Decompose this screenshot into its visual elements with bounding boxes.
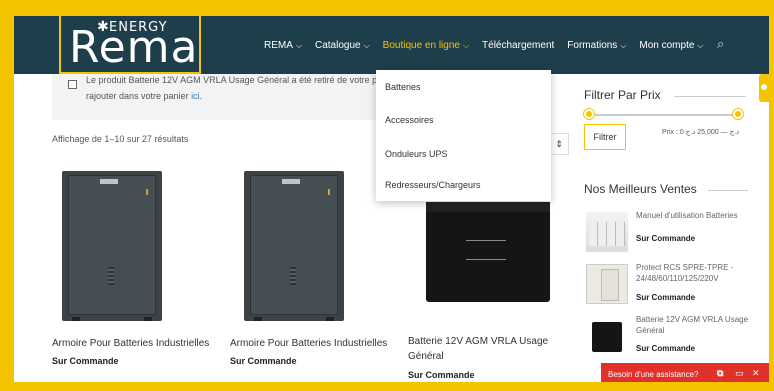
menu-item-redresseurs[interactable]: Redresseurs/Chargeurs — [385, 180, 481, 190]
chevron-down-icon: ⌵ — [697, 41, 704, 50]
price-range-text: Prix : 0 د.ج — 25,000 د.ج — [662, 129, 740, 136]
product-title[interactable]: Batterie 12V AGM VRLA Usage Général — [408, 334, 558, 364]
nav-label: REMA — [264, 40, 293, 51]
product-thumbnail — [586, 316, 628, 356]
product-title[interactable]: Armoire Pour Batteries Industrielles — [230, 336, 387, 351]
cabinet-foot — [72, 317, 80, 321]
nav-item-catalogue[interactable]: Catalogue ⌵ — [315, 40, 370, 51]
side-widget-tab[interactable] — [759, 74, 769, 102]
product-thumbnail — [586, 212, 628, 252]
cabinet-foot — [254, 317, 262, 321]
dot-icon — [761, 84, 767, 90]
assistance-label: Besoin d'une assistance? — [608, 370, 699, 379]
sort-select[interactable]: ⇕ — [549, 133, 569, 155]
chevron-down-icon: ⌵ — [462, 41, 470, 50]
cabinet-foot — [326, 317, 334, 321]
results-count: Affichage de 1–10 sur 27 résultats — [52, 134, 189, 144]
main-nav: REMA ⌵ Catalogue ⌵ Boutique en ligne ⌵ Télé… — [264, 40, 717, 51]
search-icon[interactable]: ⌕ — [717, 36, 724, 52]
product-thumbnail — [586, 264, 628, 304]
best-seller-name: Batterie 12V AGM VRLA Usage Général — [636, 315, 749, 335]
slider-min-handle[interactable] — [584, 109, 594, 119]
best-seller-item[interactable]: Batterie 12V AGM VRLA Usage Général Sur … — [586, 314, 766, 364]
nav-label: Téléchargement — [482, 40, 555, 51]
notice-undo-suffix: . — [199, 91, 203, 101]
slider-max-handle[interactable] — [733, 109, 743, 119]
battery-image — [426, 202, 550, 302]
cabinet-vent — [108, 267, 114, 285]
notice-undo-prefix: rajouter dans votre panier — [86, 91, 192, 101]
rema-energy-logo[interactable]: ✱ ENERGY Rema — [59, 16, 201, 74]
cabinet-image — [62, 171, 162, 321]
minimize-icon[interactable]: ▭ — [735, 368, 744, 379]
best-seller-status: Sur Commande — [636, 234, 696, 243]
logo-wordmark: Rema — [69, 22, 199, 73]
notice-text: Le produit Batterie 12V AGM VRLA Usage G… — [86, 75, 400, 85]
cabinet-foot — [144, 317, 152, 321]
product-title[interactable]: Armoire Pour Batteries Industrielles — [52, 336, 209, 351]
notice-checkbox[interactable] — [68, 80, 77, 89]
best-seller-status: Sur Commande — [636, 344, 696, 353]
product-status: Sur Commande — [52, 356, 119, 366]
divider — [674, 96, 746, 97]
best-seller-status: Sur Commande — [636, 293, 696, 302]
undo-link[interactable]: ici — [191, 91, 200, 101]
site-header: ✱ ENERGY Rema REMA ⌵ Catalogue ⌵ Boutique … — [14, 16, 769, 74]
price-filter-title: Filtrer Par Prix — [584, 88, 661, 102]
best-seller-name: Manuel d'utilisation Batteries — [636, 211, 738, 220]
nav-item-telechargement[interactable]: Téléchargement — [482, 40, 554, 51]
page: ✱ ENERGY Rema REMA ⌵ Catalogue ⌵ Boutique … — [14, 16, 769, 382]
nav-item-formations[interactable]: Formations ⌵ — [567, 40, 626, 51]
battery-top — [426, 202, 550, 212]
cabinet-lock — [146, 189, 148, 195]
nav-item-rema[interactable]: REMA ⌵ — [264, 40, 302, 51]
battery-cells — [589, 222, 625, 246]
nav-label: Boutique en ligne — [382, 40, 460, 51]
best-seller-item[interactable]: Protect RCS SPRE-TPRE - 24/48/60/110/125… — [586, 262, 766, 312]
cabinet-vent — [290, 267, 296, 285]
assistance-chat-bar[interactable]: Besoin d'une assistance? ⧉ ▭ ✕ — [601, 363, 769, 382]
popout-icon[interactable]: ⧉ — [717, 368, 723, 379]
chevron-down-icon: ⌵ — [363, 41, 370, 50]
divider — [708, 190, 748, 191]
menu-item-batteries[interactable]: Batteries — [385, 82, 421, 92]
product-status: Sur Commande — [408, 370, 475, 380]
best-sellers-title: Nos Meilleurs Ventes — [584, 182, 697, 196]
battery-brand-mark — [466, 240, 506, 260]
cabinet-panel — [601, 269, 619, 301]
best-seller-name: Protect RCS SPRE-TPRE - 24/48/60/110/125… — [636, 263, 734, 283]
battery-block — [592, 322, 622, 352]
boutique-dropdown: Batteries Accessoires Onduleurs UPS Redr… — [376, 70, 551, 201]
price-slider[interactable] — [588, 114, 738, 116]
close-icon[interactable]: ✕ — [752, 368, 760, 379]
cabinet-door — [250, 175, 338, 315]
notice-undo-line: rajouter dans votre panier ici. — [86, 91, 202, 101]
chevron-down-icon: ⌵ — [620, 41, 627, 50]
nav-item-boutique[interactable]: Boutique en ligne ⌵ — [383, 40, 469, 51]
chevron-down-icon: ⌵ — [295, 41, 302, 50]
cabinet-image — [244, 171, 344, 321]
best-seller-item[interactable]: Manuel d'utilisation Batteries Sur Comma… — [586, 210, 766, 260]
cabinet-door — [68, 175, 156, 315]
cart-notice: Le produit Batterie 12V AGM VRLA Usage G… — [52, 74, 400, 120]
cabinet-lock — [328, 189, 330, 195]
nav-label: Mon compte — [639, 40, 695, 51]
nav-item-mon-compte[interactable]: Mon compte ⌵ — [639, 40, 703, 51]
filter-button[interactable]: Filtrer — [584, 124, 626, 150]
nav-label: Catalogue — [314, 40, 361, 51]
cabinet-label — [282, 179, 300, 184]
cabinet-label — [100, 179, 118, 184]
nav-label: Formations — [567, 40, 618, 51]
menu-item-accessoires[interactable]: Accessoires — [385, 115, 434, 125]
product-status: Sur Commande — [230, 356, 297, 366]
menu-item-onduleurs[interactable]: Onduleurs UPS — [385, 149, 448, 159]
